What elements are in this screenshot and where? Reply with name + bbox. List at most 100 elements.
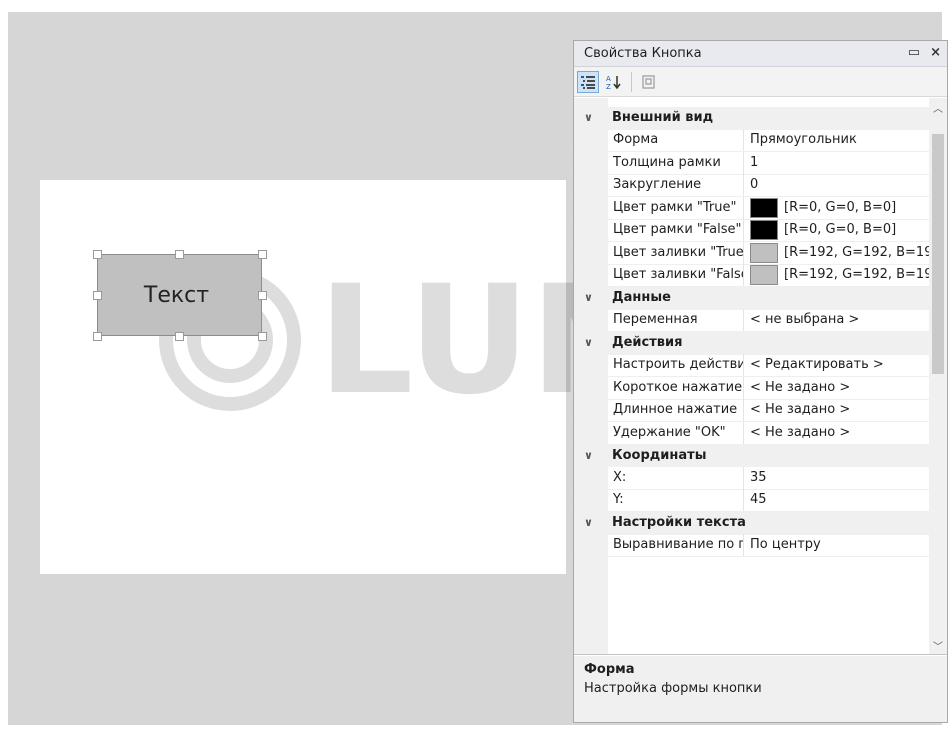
resize-handle-se[interactable] (258, 332, 267, 341)
property-value[interactable]: Прямоугольник (745, 129, 929, 151)
property-row[interactable]: Цвет заливки "False" [R=192, G=192, B=192… (574, 264, 929, 287)
pin-icon[interactable]: ▭ (908, 45, 920, 60)
property-name: Переменная (608, 309, 744, 332)
property-row[interactable]: Удержание "OK" < Не задано > (574, 421, 929, 445)
property-row[interactable]: Цвет рамки "True" [R=0, G=0, B=0] (574, 196, 929, 220)
property-value-text: < Не задано > (750, 379, 851, 395)
property-name: Y: (608, 489, 744, 512)
category-name: Данные (612, 290, 671, 306)
category-name: Действия (612, 335, 683, 351)
resize-handle-w[interactable] (93, 291, 102, 300)
property-row[interactable]: Форма Прямоугольник (574, 129, 929, 152)
property-grid[interactable]: ∨ Внешний вид Форма Прямоугольник Толщина ра… (574, 98, 947, 655)
property-row[interactable]: Переменная < не выбрана > (574, 309, 929, 332)
property-value-text: Прямоугольник (750, 132, 857, 148)
resize-handle-s[interactable] (175, 332, 184, 341)
property-value-text: [R=192, G=192, B=192] (784, 267, 929, 283)
button-element-caption: Текст (143, 282, 210, 308)
color-swatch[interactable] (750, 197, 778, 218)
panel-toolbar: A Z (574, 67, 947, 97)
panel-title: Свойства Кнопка (584, 46, 702, 61)
property-row[interactable]: Закругление 0 (574, 174, 929, 197)
property-row[interactable]: X: 35 (574, 466, 929, 490)
property-value[interactable]: 0 (745, 174, 929, 196)
properties-panel: Свойства Кнопка ▭ × A Z ∨ Внешний вид Фо… (573, 40, 948, 723)
property-row[interactable]: Цвет заливки "True" [R=192, G=192, B=192] (574, 241, 929, 265)
property-value[interactable]: < Не задано > (745, 422, 929, 444)
property-row[interactable]: Длинное нажатие < Не задано > (574, 399, 929, 422)
property-name: Цвет заливки "False" (608, 264, 744, 287)
category-row[interactable]: ∨ Действия (574, 332, 929, 355)
property-value[interactable]: < не выбрана > (745, 309, 929, 331)
resize-handle-nw[interactable] (93, 250, 102, 259)
property-row[interactable]: Настроить действие < Редактировать > (574, 354, 929, 377)
property-rows: ∨ Внешний вид Форма Прямоугольник Толщина ра… (574, 107, 929, 557)
property-value[interactable]: 35 (745, 467, 929, 489)
property-row[interactable]: Цвет рамки "False" [R=0, G=0, B=0] (574, 219, 929, 242)
property-value[interactable]: < Не задано > (745, 399, 929, 421)
svg-text:Z: Z (606, 83, 611, 90)
button-element[interactable]: Текст (97, 254, 262, 336)
property-row[interactable]: Короткое нажатие < Не задано > (574, 376, 929, 400)
property-value[interactable]: 1 (745, 152, 929, 174)
property-name: Выравнивание по горизонтали (608, 534, 744, 557)
property-value-text: 1 (750, 154, 759, 170)
chevron-down-icon[interactable]: ∨ (584, 449, 596, 462)
categorized-view-button[interactable] (577, 70, 599, 93)
color-swatch[interactable] (750, 220, 778, 241)
svg-text:A: A (606, 75, 611, 83)
resize-handle-n[interactable] (175, 250, 184, 259)
property-value[interactable]: [R=192, G=192, B=192] (745, 264, 929, 286)
property-value-text: 45 (750, 492, 767, 508)
property-value[interactable]: < Редактировать > (745, 354, 929, 376)
property-value[interactable]: 45 (745, 489, 929, 511)
category-row[interactable]: ∨ Внешний вид (574, 107, 929, 130)
toolbar-separator (631, 71, 632, 92)
category-name: Внешний вид (612, 110, 714, 126)
chevron-down-icon[interactable]: ∨ (584, 516, 596, 529)
panel-titlebar: Свойства Кнопка ▭ × (574, 41, 947, 67)
category-row[interactable]: ∨ Данные (574, 287, 929, 310)
property-value[interactable]: [R=192, G=192, B=192] (745, 242, 929, 264)
resize-handle-ne[interactable] (258, 250, 267, 259)
category-name: Координаты (612, 447, 707, 463)
property-name: X: (608, 466, 744, 489)
scroll-thumb[interactable] (932, 134, 944, 374)
category-name: Настройки текста (612, 515, 746, 531)
property-name: Толщина рамки (608, 151, 744, 174)
property-value-text: 35 (750, 469, 767, 485)
chevron-down-icon[interactable]: ∨ (584, 291, 596, 304)
property-value-text: 0 (750, 177, 759, 193)
category-row[interactable]: ∨ Настройки текста (574, 512, 929, 535)
property-name: Форма (608, 129, 744, 152)
category-row[interactable]: ∨ Координаты (574, 444, 929, 467)
property-row[interactable]: Толщина рамки 1 (574, 151, 929, 175)
screen-canvas[interactable] (40, 180, 566, 574)
property-value[interactable]: По центру (745, 534, 929, 556)
property-value-text: [R=0, G=0, B=0] (784, 199, 897, 215)
property-value[interactable]: < Не задано > (745, 377, 929, 399)
alphabetical-sort-button[interactable]: A Z (603, 71, 625, 93)
vertical-scrollbar[interactable]: ︿ ﹀ (929, 98, 947, 654)
property-value-text: [R=0, G=0, B=0] (784, 222, 897, 238)
resize-handle-e[interactable] (258, 291, 267, 300)
property-value-text: < Не задано > (750, 424, 851, 440)
close-icon[interactable]: × (930, 45, 941, 60)
property-name: Цвет рамки "False" (608, 219, 744, 242)
property-row[interactable]: Выравнивание по горизонтали По центру (574, 534, 929, 557)
property-name: Цвет рамки "True" (608, 196, 744, 219)
property-row[interactable]: Y: 45 (574, 489, 929, 512)
color-swatch[interactable] (750, 242, 778, 263)
scroll-up-icon[interactable]: ︿ (933, 100, 943, 115)
chevron-down-icon[interactable]: ∨ (584, 336, 596, 349)
resize-handle-sw[interactable] (93, 332, 102, 341)
property-name: Закругление (608, 174, 744, 197)
chevron-down-icon[interactable]: ∨ (584, 111, 596, 124)
property-value[interactable]: [R=0, G=0, B=0] (745, 197, 929, 219)
property-value[interactable]: [R=0, G=0, B=0] (745, 219, 929, 241)
scroll-down-icon[interactable]: ﹀ (933, 638, 943, 653)
property-value-text: < не выбрана > (750, 312, 860, 328)
property-pages-button[interactable] (638, 71, 660, 93)
color-swatch[interactable] (750, 265, 778, 286)
property-name: Цвет заливки "True" (608, 241, 744, 264)
